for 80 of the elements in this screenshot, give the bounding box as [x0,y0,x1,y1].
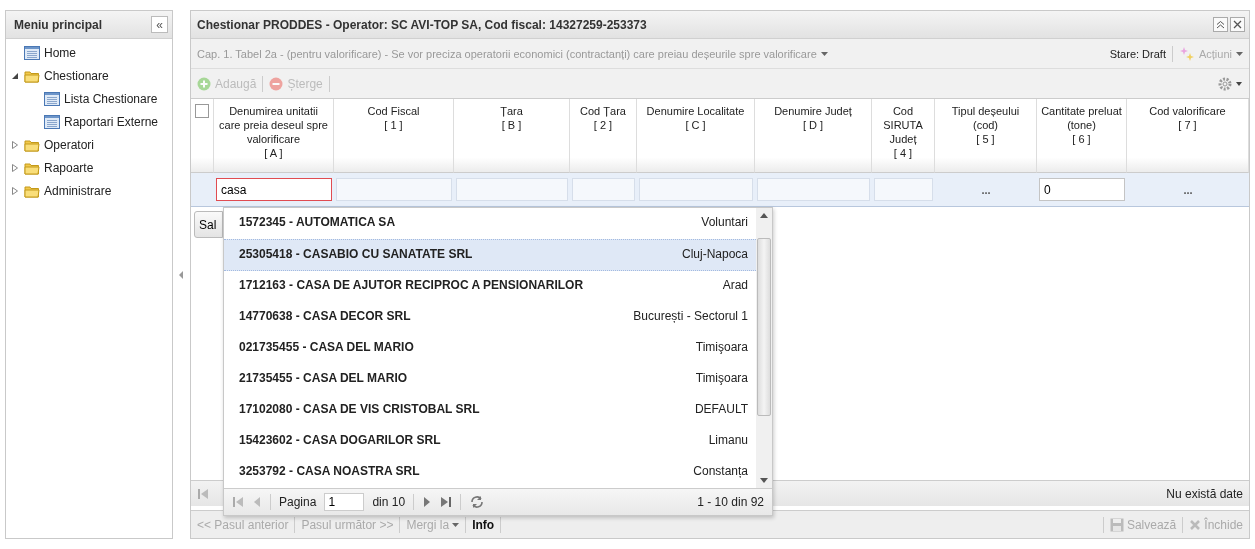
folder-icon [24,137,40,152]
last-page-icon[interactable] [440,496,453,508]
collapse-panel-button[interactable] [1213,17,1228,32]
column-header[interactable]: Denumire Localitate [ C ] [637,99,755,173]
caret-icon [452,522,460,527]
select-all-checkbox[interactable] [195,104,209,118]
column-header[interactable]: Cantitate preluat (tone) [ 6 ] [1037,99,1127,173]
dropdown-option[interactable]: 25305418 - CASABIO CU SANATATE SRL Cluj-Napoca [224,239,756,271]
column-header[interactable]: Țara [ B ] [454,99,570,173]
input-field[interactable] [572,178,635,201]
column-header[interactable]: Cod SIRUTA Județ [ 4 ] [872,99,935,173]
column-header[interactable]: Denumirea unitatii care preia deseul spre valorificare [ A ] [214,99,334,173]
list-page-icon [24,45,40,60]
refresh-icon[interactable] [469,495,486,509]
empty-message: Nu există date [1166,486,1243,501]
scroll-down-icon[interactable] [760,476,768,484]
collapse-button[interactable]: « [151,16,168,33]
caret-icon [820,51,828,56]
nav-link[interactable]: Info [472,517,495,532]
dropdown-option[interactable]: 021735455 - CASA DEL MARIO Timişoara [224,333,756,364]
scrollbar[interactable] [756,208,772,488]
close-icon [1233,20,1242,29]
status-label: Stare: Draft [1109,47,1166,60]
collapsed-arrow-icon[interactable] [10,162,20,173]
tree-item[interactable]: Operatori [6,133,172,156]
minus-icon [269,76,284,91]
caret-icon [1236,51,1243,56]
tree-item[interactable]: Rapoarte [6,156,172,179]
panel-title: Chestionar PRODDES - Operator: SC AVI-TOP SA, Cod fiscal: 14327259-253373 [197,17,647,32]
list-page-icon [44,114,60,129]
input-field[interactable] [757,178,870,201]
dropdown-option[interactable]: 3253792 - CASA NOASTRA SRL Constanța [224,457,756,488]
dropdown-option[interactable]: 1572345 - AUTOMATICA SA Voluntari [224,208,756,239]
close-icon [1189,518,1202,531]
picker-button[interactable]: ... [1183,183,1193,196]
collapsed-arrow-icon[interactable] [10,139,20,150]
collapsed-arrow-icon[interactable] [10,185,20,196]
close-button[interactable] [1230,17,1245,32]
input-field[interactable] [336,178,452,201]
scroll-up-icon[interactable] [760,212,768,220]
input-field[interactable] [874,178,933,201]
picker-button[interactable]: ... [981,183,991,196]
sidebar-title: Meniu principal [14,17,102,32]
column-header[interactable]: Denumire Județ [ D ] [755,99,872,173]
tree-item[interactable]: Chestionare [6,64,172,87]
folder-icon [24,183,40,198]
first-page-icon[interactable] [197,487,209,500]
dropdown-option[interactable]: 1712163 - CASA DE AJUTOR RECIPROC A PENSIONARILOR Arad [224,271,756,302]
input-field[interactable] [456,178,568,201]
tree-item[interactable]: Raportari Externe [6,110,172,133]
column-header[interactable]: Cod Țara [ 2 ] [570,99,637,173]
result-summary: 1 - 10 din 92 [697,495,764,509]
first-page-icon[interactable] [232,496,244,508]
folder-icon [24,68,40,83]
dropdown-option[interactable]: 17102080 - CASA DE VIS CRISTOBAL SRL DEFAULT [224,395,756,426]
dropdown-option[interactable]: 21735455 - CASA DEL MARIO Timişoara [224,364,756,395]
scrollbar-thumb[interactable] [757,238,771,416]
column-header[interactable]: Cod Fiscal [ 1 ] [334,99,454,173]
settings-menu[interactable] [1217,75,1243,92]
tree-item[interactable]: Administrare [6,179,172,202]
dropdown-option[interactable]: 15423602 - CASA DOGARILOR SRL Limanu [224,426,756,457]
tree-item[interactable]: Lista Chestionare [6,87,172,110]
list-page-icon [44,91,60,106]
double-chevron-up-icon [1216,20,1225,29]
settings-icon [1217,75,1243,92]
page-label: Pagina [279,495,317,509]
folder-icon [24,160,40,175]
previous-page-icon[interactable] [252,496,262,508]
tree-item[interactable]: Home [6,41,172,64]
input-field[interactable]: casa [216,178,332,201]
input-field[interactable]: 0 [1039,178,1125,201]
column-header[interactable]: Tipul deșeului (cod) [ 5 ] [935,99,1037,173]
plus-icon [197,76,211,91]
input-field[interactable] [639,178,753,201]
page-count: din 10 [372,495,406,509]
page-field[interactable]: 1 [324,493,365,511]
column-header[interactable]: Cod valorificare [ 7 ] [1127,99,1249,173]
save-button[interactable]: Sal [194,211,223,238]
splitter-arrow-icon[interactable] [179,270,183,279]
dropdown-option[interactable]: 14770638 - CASA DECOR SRL București - Sectorul 1 [224,302,756,333]
